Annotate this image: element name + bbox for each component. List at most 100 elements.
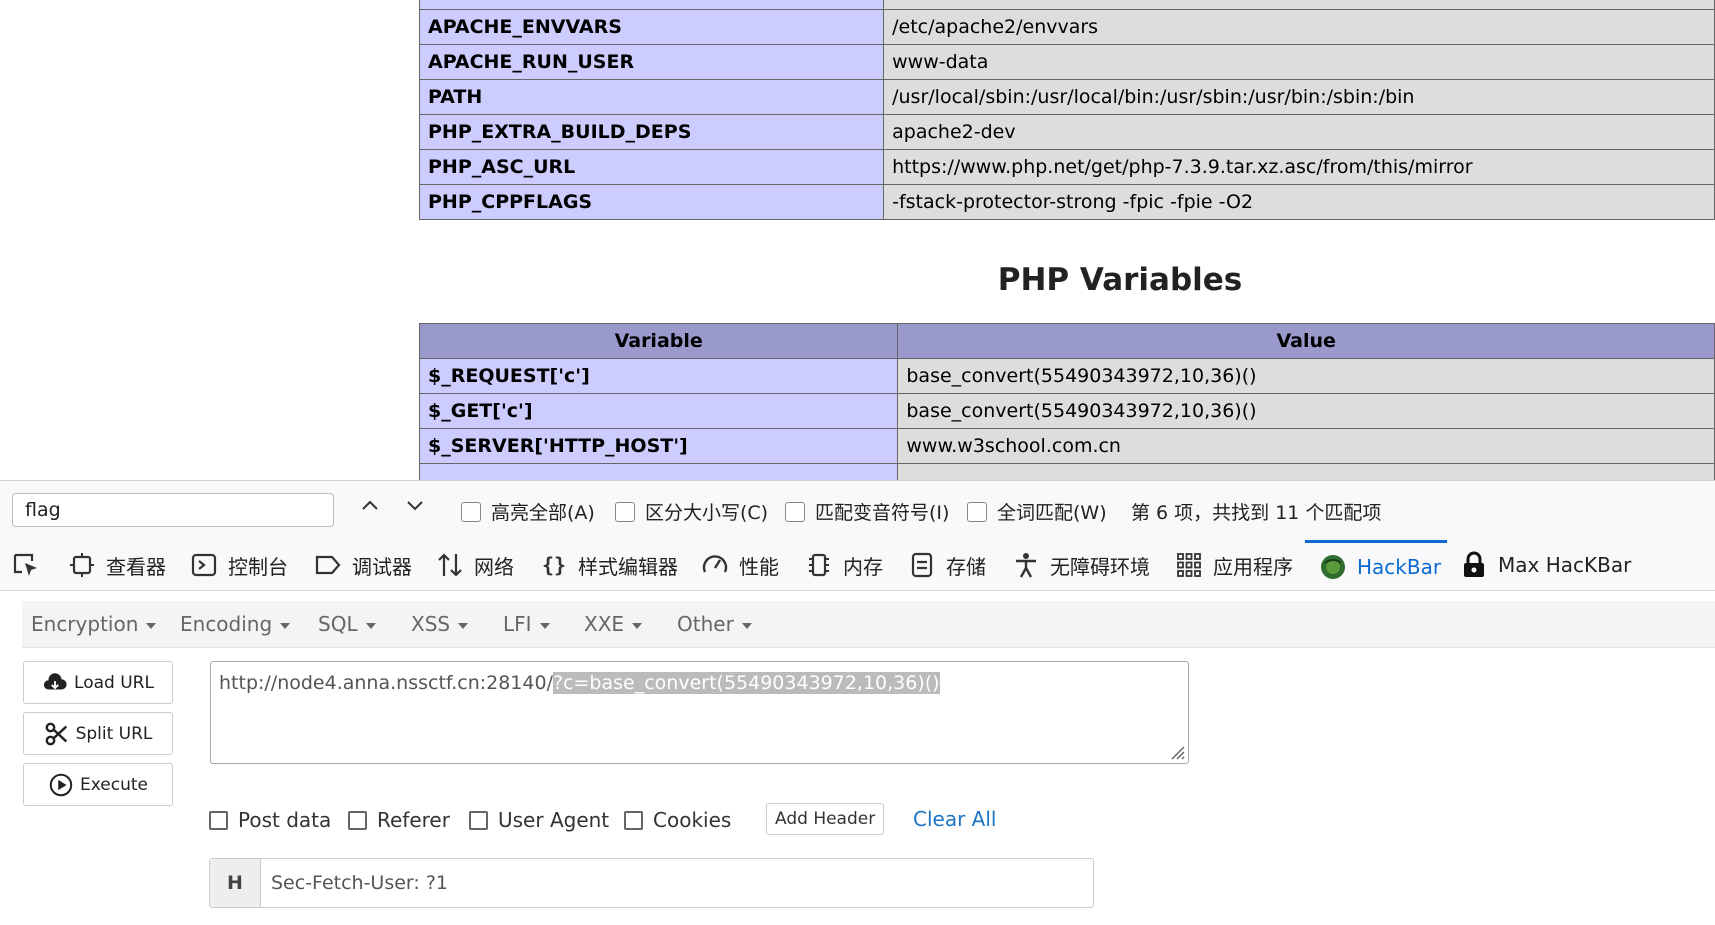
menu-sql[interactable]: SQL (318, 601, 376, 647)
caret-down-icon (146, 622, 157, 629)
element-picker-icon (13, 553, 37, 576)
environment-table: APACHE_ENVVARS/etc/apache2/envvars APACH… (418, 0, 1715, 220)
url-base-text: http://node4.anna.nssctf.cn:28140/ (219, 672, 553, 694)
split-url-button[interactable]: Split URL (23, 712, 173, 755)
inspector-icon (68, 551, 96, 579)
memory-chip-icon (805, 551, 833, 579)
add-header-button[interactable]: Add Header (766, 803, 885, 835)
tab-label: 控制台 (228, 554, 288, 579)
table-row: PHP_ASC_URL https://www.php.net/get/php-7… (418, 149, 1715, 185)
svg-text:{}: {} (542, 553, 566, 577)
caret-down-icon (539, 622, 550, 629)
menu-label: XXE (584, 612, 625, 636)
tab-storage[interactable]: 存储 (908, 540, 986, 590)
hackbar-panel: Encryption Encoding SQL XSS LFI XXE Othe… (0, 591, 1715, 925)
tab-label: 无障碍环境 (1050, 554, 1150, 579)
checkbox-label: Post data (238, 808, 332, 832)
tab-debugger[interactable]: 调试器 (314, 540, 412, 590)
var-value: base_convert(55490343972,10,36)() (897, 358, 1715, 394)
checkbox-box (348, 810, 367, 830)
tab-label: Max HacKBar (1498, 553, 1632, 577)
table-row: $_REQUEST['c'] base_convert(55490343972,1… (418, 358, 1715, 394)
whole-words-checkbox[interactable]: 全词匹配(W) (967, 498, 1107, 525)
find-next-button[interactable] (400, 493, 430, 527)
braces-icon: {} (540, 551, 568, 579)
menu-encoding[interactable]: Encoding (180, 601, 291, 647)
checkbox-label: 区分大小写(C) (645, 502, 769, 524)
match-case-checkbox[interactable]: 区分大小写(C) (615, 498, 768, 525)
tab-label: 性能 (739, 554, 779, 579)
tab-network[interactable]: 网络 (436, 540, 514, 590)
phpinfo-page: APACHE_ENVVARS/etc/apache2/envvars APACH… (0, 0, 1715, 480)
menu-other[interactable]: Other (677, 601, 752, 647)
user-agent-checkbox[interactable]: User Agent (469, 808, 609, 832)
element-picker-button[interactable] (12, 540, 40, 590)
table-row: APACHE_ENVVARS/etc/apache2/envvars (418, 9, 1715, 45)
table-header-row: Variable Value (418, 323, 1715, 359)
menu-label: Encryption (31, 612, 139, 636)
env-key: APACHE_ENVVARS (418, 9, 885, 45)
tab-label: 存储 (946, 554, 986, 579)
menu-xxe[interactable]: XXE (584, 601, 643, 647)
menu-label: Encoding (180, 612, 273, 636)
post-data-checkbox[interactable]: Post data (209, 808, 331, 832)
console-icon (190, 551, 218, 579)
checkbox-label: 匹配变音符号(I) (815, 502, 950, 524)
menu-encryption[interactable]: Encryption (31, 601, 157, 647)
env-value: apache2-dev (883, 114, 1715, 150)
table-row: PATH/usr/local/sbin:/usr/local/bin:/usr/… (418, 79, 1715, 115)
checkbox-box (209, 810, 228, 830)
button-label: Split URL (75, 723, 153, 744)
table-row (418, 463, 1715, 480)
url-selected-text: ?c=base_convert(55490343972,10,36)() (552, 672, 940, 694)
tab-inspector[interactable]: 查看器 (68, 540, 166, 590)
tab-hackbar[interactable]: HackBar (1305, 540, 1447, 590)
table-row: APACHE_RUN_USER www-data (418, 44, 1715, 80)
find-input[interactable]: flag (12, 493, 334, 527)
url-textarea[interactable]: http://node4.anna.nssctf.cn:28140/?c=bas… (210, 661, 1189, 764)
env-key: PHP_CPPFLAGS (418, 184, 885, 220)
tab-application[interactable]: 应用程序 (1175, 540, 1293, 590)
var-value: www.w3school.com.cn (897, 428, 1715, 464)
lock-icon (1460, 551, 1488, 579)
load-url-button[interactable]: Load URL (23, 661, 173, 704)
clear-all-link[interactable]: Clear All (913, 807, 996, 831)
tab-accessibility[interactable]: 无障碍环境 (1012, 540, 1150, 590)
header-value-input[interactable]: Sec-Fetch-User: ?1 (261, 859, 1093, 907)
tab-console[interactable]: 控制台 (190, 540, 288, 590)
checkbox-box (967, 501, 987, 522)
play-circle-icon (49, 773, 73, 796)
resize-grip-icon[interactable] (1167, 742, 1185, 760)
button-label: Load URL (74, 672, 154, 693)
devtools-toolbar: 查看器 控制台 调试器 网络 {} 样式编辑器 性能 内存 存储 无障碍环境 应… (0, 540, 1715, 591)
highlight-all-checkbox[interactable]: 高亮全部(A) (461, 498, 595, 525)
checkbox-box (624, 810, 643, 830)
hackbar-logo-icon (1319, 553, 1347, 581)
tab-label: 调试器 (352, 554, 412, 579)
menu-lfi[interactable]: LFI (503, 601, 550, 647)
execute-button[interactable]: Execute (23, 763, 173, 806)
tab-style-editor[interactable]: {} 样式编辑器 (540, 540, 678, 590)
tab-memory[interactable]: 内存 (805, 540, 883, 590)
match-diacritics-checkbox[interactable]: 匹配变音符号(I) (785, 498, 949, 525)
caret-down-icon (458, 622, 469, 629)
tab-max-hackbar[interactable]: Max HacKBar (1460, 540, 1631, 590)
env-value: www-data (883, 44, 1715, 80)
column-header-value: Value (897, 323, 1715, 359)
menu-xss[interactable]: XSS (411, 601, 469, 647)
storage-icon (908, 551, 936, 579)
tab-performance[interactable]: 性能 (701, 540, 779, 590)
cookies-checkbox[interactable]: Cookies (624, 808, 731, 832)
referer-checkbox[interactable]: Referer (348, 808, 450, 832)
caret-down-icon (280, 622, 291, 629)
app-grid-icon (1175, 551, 1203, 579)
menu-label: XSS (411, 612, 451, 636)
network-icon (436, 551, 464, 579)
find-previous-button[interactable] (355, 493, 385, 527)
hackbar-menu: Encryption Encoding SQL XSS LFI XXE Othe… (22, 601, 1715, 648)
caret-down-icon (741, 622, 752, 629)
env-value: /etc/apache2/envvars (883, 9, 1715, 45)
checkbox-box (785, 501, 805, 522)
checkbox-box (615, 501, 635, 522)
checkbox-label: 高亮全部(A) (491, 502, 595, 524)
